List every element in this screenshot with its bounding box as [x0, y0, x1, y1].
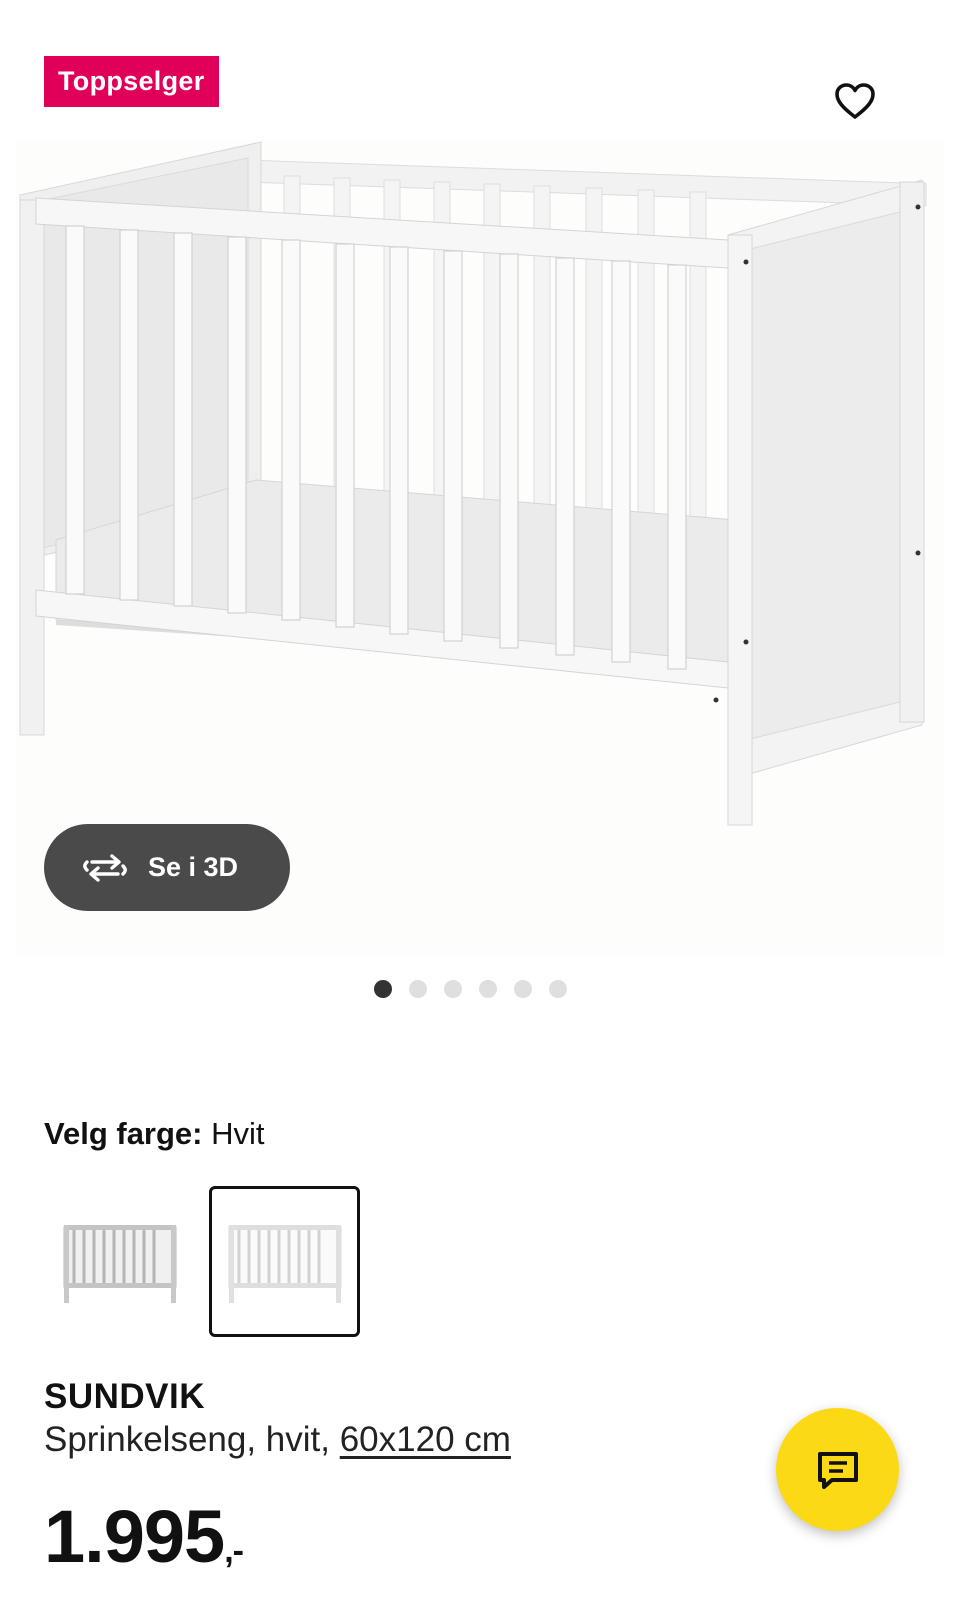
heart-icon [835, 83, 875, 119]
color-picker-label: Velg farge: Hvit [44, 1116, 265, 1152]
top-seller-badge: Toppselger [44, 56, 219, 107]
product-description: Sprinkelseng, hvit, 60x120 cm [44, 1420, 511, 1460]
product-type: Sprinkelseng, hvit, [44, 1420, 340, 1459]
chat-button[interactable] [776, 1408, 899, 1531]
pagination-dot-5[interactable] [514, 980, 532, 998]
product-price: 1.995,- [44, 1494, 244, 1579]
product-name: SUNDVIK [44, 1377, 206, 1416]
selected-color: Hvit [211, 1116, 265, 1151]
color-swatch-white[interactable] [209, 1186, 360, 1337]
price-value: 1.995 [44, 1495, 225, 1578]
pagination-dot-2[interactable] [409, 980, 427, 998]
pagination-dot-4[interactable] [479, 980, 497, 998]
pagination-dot-1[interactable] [374, 980, 392, 998]
chat-bubble-icon [817, 1451, 858, 1489]
pagination-dot-6[interactable] [549, 980, 567, 998]
rotate-3d-icon [83, 853, 127, 882]
view-3d-label: Se i 3D [148, 852, 239, 882]
view-3d-button[interactable]: Se i 3D [44, 824, 290, 911]
color-swatches [44, 1186, 360, 1337]
pagination-dot-3[interactable] [444, 980, 462, 998]
price-suffix: ,- [224, 1532, 244, 1570]
product-size-link[interactable]: 60x120 cm [340, 1420, 511, 1459]
gallery-pagination [374, 980, 567, 998]
color-picker-title: Velg farge: [44, 1116, 203, 1151]
color-swatch-grey[interactable] [44, 1186, 195, 1337]
swatch-thumbnail-crib [63, 1224, 176, 1303]
swatch-thumbnail-crib [228, 1224, 341, 1303]
favorite-button[interactable] [832, 78, 878, 124]
